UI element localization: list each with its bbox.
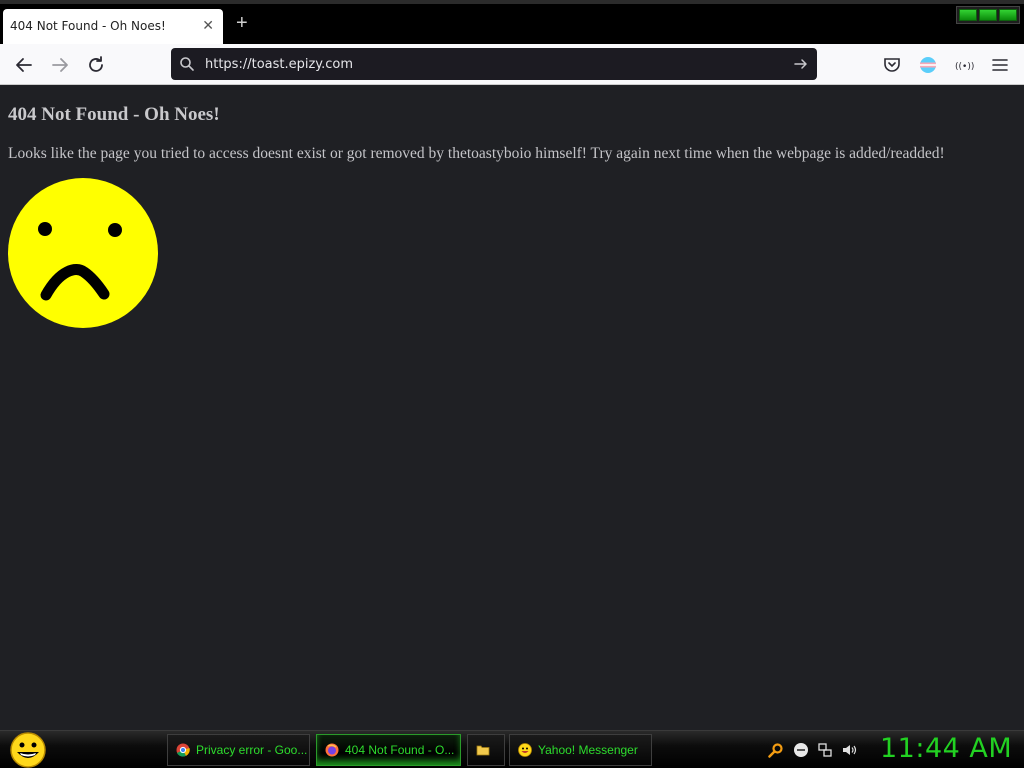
- window-controls[interactable]: [956, 6, 1020, 24]
- page-title: 404 Not Found - Oh Noes!: [8, 104, 220, 125]
- extension-icon[interactable]: ((•)): [954, 55, 974, 75]
- browser-tab[interactable]: 404 Not Found - Oh Noes! ✕: [3, 9, 223, 44]
- back-button[interactable]: [12, 53, 36, 77]
- taskbar: Privacy error - Goo... 404 Not Found - O…: [0, 730, 1024, 768]
- sad-face-image: [8, 178, 158, 328]
- chrome-icon: [176, 743, 190, 757]
- search-icon: [180, 57, 194, 71]
- url-bar[interactable]: https://toast.epizy.com: [171, 48, 817, 80]
- account-avatar-icon[interactable]: [918, 55, 938, 75]
- menu-icon[interactable]: [990, 55, 1010, 75]
- pocket-icon[interactable]: [882, 55, 902, 75]
- page-content: 404 Not Found - Oh Noes! Looks like the …: [0, 85, 1024, 730]
- task-label: Yahoo! Messenger: [538, 743, 638, 757]
- close-window-button[interactable]: [999, 9, 1017, 21]
- forward-button[interactable]: [48, 53, 72, 77]
- reload-button[interactable]: [84, 53, 108, 77]
- task-yahoo-messenger[interactable]: Yahoo! Messenger: [509, 734, 652, 766]
- start-smiley-icon[interactable]: [8, 732, 48, 768]
- url-text[interactable]: https://toast.epizy.com: [205, 57, 353, 72]
- task-chrome[interactable]: Privacy error - Goo...: [167, 734, 310, 766]
- search-tray-icon[interactable]: [768, 742, 784, 758]
- tab-strip: 404 Not Found - Oh Noes! ✕ +: [0, 0, 1024, 44]
- folder-icon: [476, 745, 490, 756]
- network-icon[interactable]: [817, 742, 833, 758]
- forward-arrow-icon: [52, 58, 68, 72]
- task-label: 404 Not Found - O...: [345, 743, 455, 757]
- maximize-button[interactable]: [979, 9, 997, 21]
- task-firefox[interactable]: 404 Not Found - O...: [316, 734, 461, 766]
- reload-icon: [89, 56, 103, 72]
- close-tab-icon[interactable]: ✕: [202, 17, 214, 34]
- svg-text:((•)): ((•)): [955, 62, 974, 72]
- firefox-icon: [325, 743, 339, 757]
- new-tab-button[interactable]: +: [236, 13, 248, 33]
- minimize-button[interactable]: [959, 9, 977, 21]
- task-label: Privacy error - Goo...: [196, 743, 308, 757]
- clock[interactable]: 11:44 AM: [880, 733, 1012, 764]
- navigation-bar: https://toast.epizy.com ((•)): [0, 44, 1024, 85]
- go-arrow-icon[interactable]: [793, 56, 809, 72]
- status-tray-icon[interactable]: [793, 742, 809, 758]
- task-folder[interactable]: [467, 734, 505, 766]
- back-arrow-icon: [16, 58, 32, 72]
- error-message: Looks like the page you tried to access …: [8, 145, 945, 162]
- tab-title: 404 Not Found - Oh Noes!: [10, 19, 166, 33]
- yahoo-messenger-icon: [518, 743, 532, 757]
- volume-icon[interactable]: [841, 742, 857, 758]
